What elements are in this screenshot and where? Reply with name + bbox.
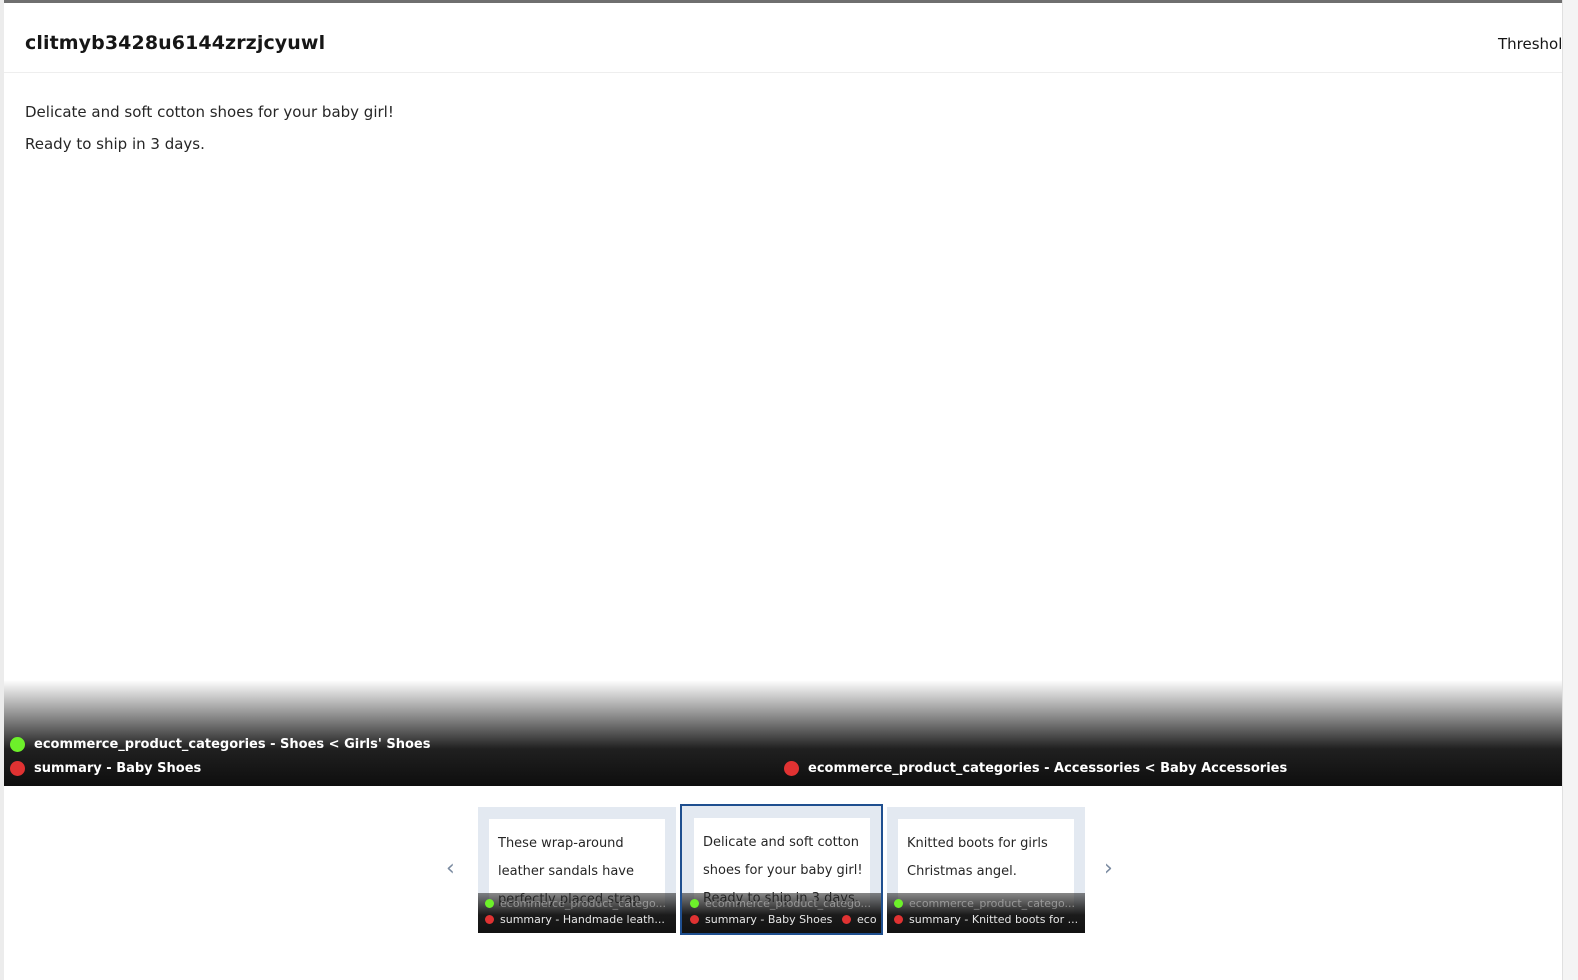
correct-status-dot-icon	[10, 737, 25, 752]
thumbnail-label-text: ecommerce_product_catego...	[500, 897, 667, 910]
prediction-label-text: summary - Baby Shoes	[34, 761, 202, 776]
thumbnail-label-green: ecommerce_product_catego...	[485, 897, 666, 910]
thumbnail-label-text: ecommerce_product_catego...	[705, 897, 872, 910]
thumbnail-line: Knitted boots for girls	[907, 836, 1048, 851]
thumbnail-label-red: summary - Knitted boots for ...	[894, 913, 1078, 926]
page-header: clitmyb3428u6144zrzjcyuwl Threshold	[4, 3, 1562, 73]
incorrect-status-dot-icon	[10, 761, 25, 776]
document-line: Ready to ship in 3 days.	[25, 135, 205, 153]
thumbnail-line: leather sandals have	[498, 864, 634, 879]
thumbnail-label-red-extra: eco	[842, 913, 877, 926]
thumbnail-label-text: summary - Handmade leath...	[500, 913, 665, 926]
thumbnail-line: Christmas angel.	[907, 864, 1017, 879]
thumbnail-line: Delicate and soft cotton	[703, 835, 859, 850]
page-title: clitmyb3428u6144zrzjcyuwl	[25, 32, 326, 54]
thumbnail-text: Knitted boots for girls Christmas angel.	[907, 830, 1067, 886]
correct-status-dot-icon	[894, 899, 903, 908]
prediction-label-category: ecommerce_product_categories - Shoes < G…	[10, 737, 430, 752]
thumbnail-line: These wrap-around	[498, 836, 624, 851]
thumbnail-item[interactable]: Knitted boots for girls Christmas angel.…	[887, 807, 1085, 933]
thumbnail-item-selected[interactable]: Delicate and soft cotton shoes for your …	[680, 804, 883, 935]
document-line: Delicate and soft cotton shoes for your …	[25, 103, 394, 121]
thumbnail-label-text: eco	[857, 913, 877, 926]
document-text: Delicate and soft cotton shoes for your …	[25, 98, 1525, 162]
right-scrollbar[interactable]	[1562, 0, 1578, 980]
correct-status-dot-icon	[485, 899, 494, 908]
thumbnail-label-red: summary - Handmade leath...	[485, 913, 665, 926]
prediction-label-text: ecommerce_product_categories - Accessori…	[808, 761, 1288, 776]
prediction-label-accessories: ecommerce_product_categories - Accessori…	[784, 761, 1287, 776]
correct-status-dot-icon	[690, 899, 699, 908]
incorrect-status-dot-icon	[842, 915, 851, 924]
thumbnail-label-overlay: ecommerce_product_catego... summary - Ba…	[682, 893, 881, 933]
thumbnail-label-green: ecommerce_product_catego...	[894, 897, 1075, 910]
thumbnail-item[interactable]: These wrap-around leather sandals have p…	[478, 807, 676, 933]
chevron-right-icon[interactable]: ›	[1104, 856, 1113, 881]
thumbnail-label-red: summary - Baby Shoes	[690, 913, 832, 926]
threshold-control[interactable]: Threshold	[1498, 35, 1562, 53]
prediction-label-text: ecommerce_product_categories - Shoes < G…	[34, 737, 431, 752]
incorrect-status-dot-icon	[894, 915, 903, 924]
chevron-left-icon[interactable]: ‹	[446, 856, 455, 881]
thumbnail-label-overlay: ecommerce_product_catego... summary - Kn…	[887, 893, 1085, 933]
prediction-label-summary: summary - Baby Shoes	[10, 761, 201, 776]
thumbnail-label-text: summary - Knitted boots for ...	[909, 913, 1079, 926]
thumbnail-line: shoes for your baby girl!	[703, 863, 863, 878]
thumbnail-label-text: summary - Baby Shoes	[705, 913, 833, 926]
thumbnail-carousel: ‹ These wrap-around leather sandals have…	[0, 786, 1562, 980]
thumbnail-label-overlay: ecommerce_product_catego... summary - Ha…	[478, 893, 676, 933]
thumbnail-label-green: ecommerce_product_catego...	[690, 897, 871, 910]
prediction-overlay: ecommerce_product_categories - Shoes < G…	[4, 680, 1562, 786]
incorrect-status-dot-icon	[485, 915, 494, 924]
thumbnail-label-text: ecommerce_product_catego...	[909, 897, 1076, 910]
incorrect-status-dot-icon	[690, 915, 699, 924]
incorrect-status-dot-icon	[784, 761, 799, 776]
